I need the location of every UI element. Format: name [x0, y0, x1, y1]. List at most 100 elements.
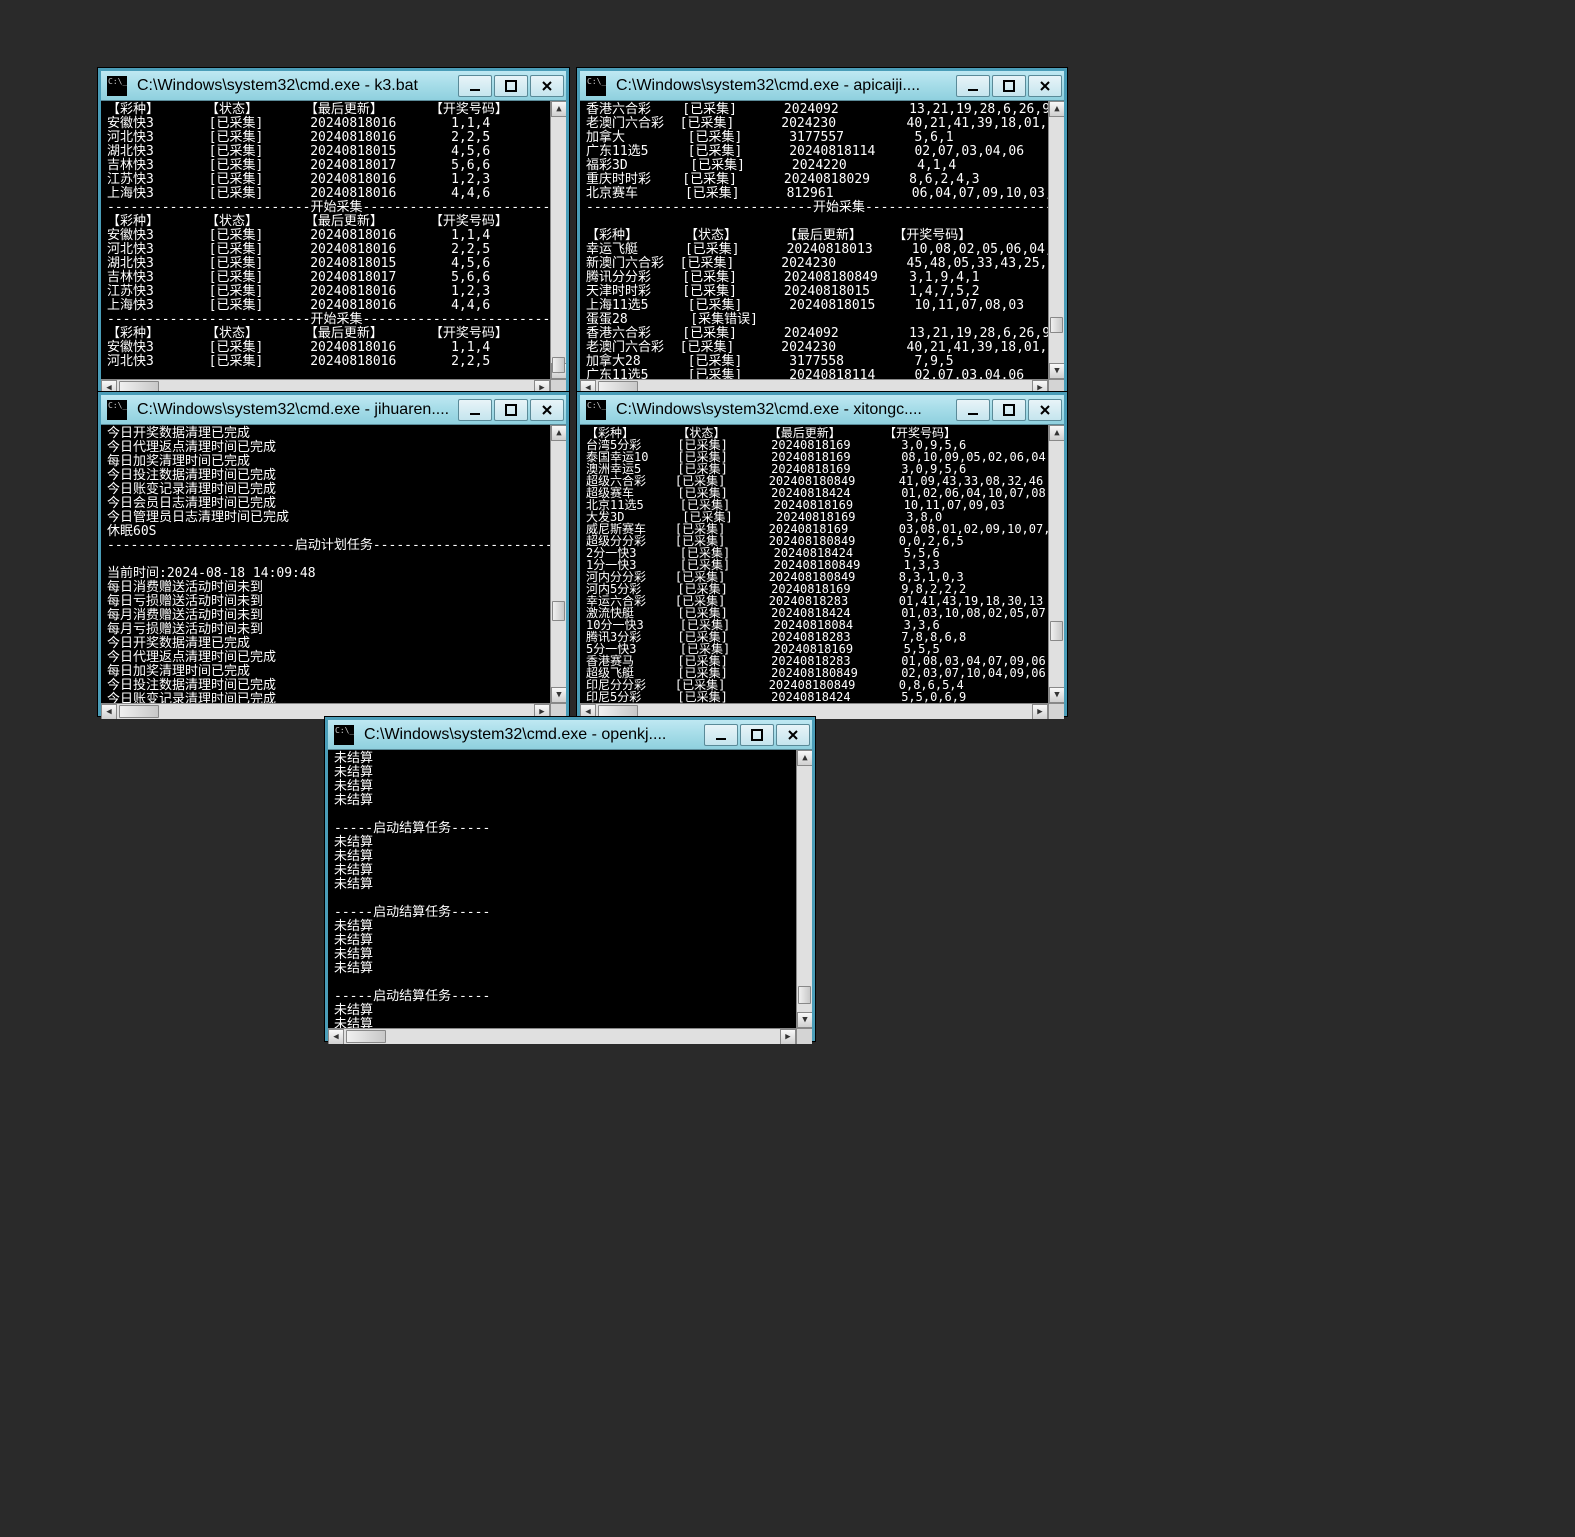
scroll-thumb[interactable]: [552, 357, 565, 373]
window-title: C:\Windows\system32\cmd.exe - xitongc...…: [612, 401, 956, 419]
section-divider: -----启动结算任务-----: [334, 905, 490, 920]
scroll-down-button[interactable]: ▼: [1049, 363, 1064, 379]
cmd-window-jihuaren[interactable]: C:\Windows\system32\cmd.exe - jihuaren..…: [98, 392, 569, 716]
table-row: 北京赛车 [已采集] 812961 06,04,07,09,10,03,01,0…: [586, 186, 1064, 201]
scroll-up-button[interactable]: ▲: [551, 425, 566, 441]
log-line: 今日会员日志清理时间已完成: [107, 496, 276, 511]
scroll-left-button[interactable]: ◀: [328, 1029, 344, 1044]
close-button[interactable]: [530, 399, 564, 421]
terminal-content[interactable]: 【彩种】 【状态】 【最后更新】 【开奖号码】 台湾5分彩 [已采集] 2024…: [580, 425, 1064, 719]
window-buttons: [956, 399, 1064, 421]
scroll-up-button[interactable]: ▲: [797, 750, 812, 766]
cmd-window-xitongc[interactable]: C:\Windows\system32\cmd.exe - xitongc...…: [577, 392, 1067, 716]
section-divider: --------------------------开始采集----------…: [107, 312, 566, 327]
scroll-track[interactable]: [1049, 117, 1064, 363]
scroll-down-button[interactable]: ▼: [551, 687, 566, 703]
timestamp-line: 当前时间:2024-08-18 14:09:48: [107, 566, 316, 581]
cmd-window-apicaiji[interactable]: C:\Windows\system32\cmd.exe - apicaiji..…: [577, 68, 1067, 392]
window-buttons: [458, 75, 566, 97]
table-row: 安徽快3 [已采集] 20240818016 1,1,4: [107, 228, 490, 243]
scroll-track[interactable]: [551, 441, 566, 687]
table-row: 安徽快3 [已采集] 20240818016 1,1,4: [107, 340, 490, 355]
scroll-right-button[interactable]: ▶: [1032, 704, 1048, 719]
table-row: 福彩3D [已采集] 2024220 4,1,4: [586, 158, 956, 173]
maximize-button[interactable]: [992, 399, 1026, 421]
window-title: C:\Windows\system32\cmd.exe - jihuaren..…: [133, 401, 458, 419]
scroll-thumb[interactable]: [1050, 317, 1063, 333]
scroll-thumb[interactable]: [119, 705, 159, 718]
log-line: 未结算: [334, 961, 373, 976]
scroll-thumb[interactable]: [552, 601, 565, 621]
cmd-icon: [334, 725, 354, 745]
close-button[interactable]: [1028, 399, 1062, 421]
scroll-track[interactable]: [551, 117, 566, 363]
scroll-left-button[interactable]: ◀: [101, 704, 117, 719]
scroll-down-button[interactable]: ▼: [1049, 687, 1064, 703]
maximize-button[interactable]: [740, 724, 774, 746]
minimize-button[interactable]: [956, 75, 990, 97]
table-row: 老澳门六合彩 [已采集] 2024230 40,21,41,39,18,01,2…: [586, 116, 1063, 131]
terminal-content[interactable]: 【彩种】 【状态】 【最后更新】 【开奖号码】 安徽快3 [已采集] 20240…: [101, 101, 566, 395]
close-button[interactable]: [1028, 75, 1062, 97]
table-row: 江苏快3 [已采集] 20240818016 1,2,3: [107, 284, 490, 299]
titlebar[interactable]: C:\Windows\system32\cmd.exe - k3.bat: [101, 71, 566, 101]
table-row: 上海快3 [已采集] 20240818016 4,4,6: [107, 298, 490, 313]
scroll-corner: [796, 1028, 812, 1044]
section-divider: -----启动结算任务-----: [334, 821, 490, 836]
maximize-button[interactable]: [494, 399, 528, 421]
scroll-track[interactable]: [344, 1029, 780, 1044]
log-line: 每日加奖清理时间已完成: [107, 454, 250, 469]
scroll-thumb[interactable]: [346, 1030, 386, 1043]
titlebar[interactable]: C:\Windows\system32\cmd.exe - openkj....: [328, 720, 812, 750]
table-row: 吉林快3 [已采集] 20240818017 5,6,6: [107, 158, 490, 173]
scrollbar-vertical[interactable]: ▲ ▼: [1048, 101, 1064, 379]
terminal-content[interactable]: 香港六合彩 [已采集] 2024092 13,21,19,28,6,26,9 老…: [580, 101, 1064, 395]
scroll-up-button[interactable]: ▲: [1049, 425, 1064, 441]
minimize-button[interactable]: [704, 724, 738, 746]
log-line: 未结算: [334, 919, 373, 934]
minimize-button[interactable]: [956, 399, 990, 421]
section-divider: -----启动结算任务-----: [334, 989, 490, 1004]
scroll-up-button[interactable]: ▲: [551, 101, 566, 117]
window-buttons: [956, 75, 1064, 97]
scroll-thumb[interactable]: [798, 986, 811, 1004]
scrollbar-vertical[interactable]: ▲ ▼: [550, 425, 566, 703]
minimize-button[interactable]: [458, 75, 492, 97]
cmd-window-openkj[interactable]: C:\Windows\system32\cmd.exe - openkj....…: [325, 717, 815, 1041]
table-header: 【彩种】 【状态】 【最后更新】 【开奖号码】: [586, 228, 971, 243]
scrollbar-horizontal[interactable]: ◀ ▶: [328, 1028, 796, 1044]
scroll-track[interactable]: [1049, 441, 1064, 687]
scrollbar-vertical[interactable]: ▲ ▼: [796, 750, 812, 1028]
close-button[interactable]: [776, 724, 810, 746]
scrollbar-vertical[interactable]: ▲ ▼: [550, 101, 566, 379]
terminal-content[interactable]: 今日开奖数据清理已完成 今日代理返点清理时间已完成 每日加奖清理时间已完成 今日…: [101, 425, 566, 719]
window-title: C:\Windows\system32\cmd.exe - openkj....: [360, 726, 704, 744]
scroll-right-button[interactable]: ▶: [780, 1029, 796, 1044]
maximize-button[interactable]: [494, 75, 528, 97]
close-button[interactable]: [530, 75, 564, 97]
cmd-window-k3[interactable]: C:\Windows\system32\cmd.exe - k3.bat 【彩种…: [98, 68, 569, 392]
scroll-thumb[interactable]: [1050, 621, 1063, 641]
titlebar[interactable]: C:\Windows\system32\cmd.exe - jihuaren..…: [101, 395, 566, 425]
maximize-button[interactable]: [992, 75, 1026, 97]
minimize-button[interactable]: [458, 399, 492, 421]
log-line: 未结算: [334, 877, 373, 892]
log-line: 今日代理返点清理时间已完成: [107, 650, 276, 665]
scrollbar-vertical[interactable]: ▲ ▼: [1048, 425, 1064, 703]
scroll-up-button[interactable]: ▲: [1049, 101, 1064, 117]
table-row: 加拿大28 [已采集] 3177558 7,9,5: [586, 354, 954, 369]
log-line: 每日加奖清理时间已完成: [107, 664, 250, 679]
scroll-down-button[interactable]: ▼: [797, 1012, 812, 1028]
table-row: 江苏快3 [已采集] 20240818016 1,2,3: [107, 172, 490, 187]
terminal-content[interactable]: 未结算 未结算 未结算 未结算 -----启动结算任务----- 未结算 未结算…: [328, 750, 812, 1044]
log-line: 未结算: [334, 863, 373, 878]
log-line: 未结算: [334, 849, 373, 864]
table-row: 湖北快3 [已采集] 20240818015 4,5,6: [107, 144, 490, 159]
titlebar[interactable]: C:\Windows\system32\cmd.exe - apicaiji..…: [580, 71, 1064, 101]
section-divider: ------------------------启动计划任务----------…: [107, 538, 561, 553]
titlebar[interactable]: C:\Windows\system32\cmd.exe - xitongc...…: [580, 395, 1064, 425]
log-line: 今日账变记录清理时间已完成: [107, 482, 276, 497]
window-buttons: [458, 399, 566, 421]
scroll-track[interactable]: [797, 766, 812, 1012]
log-line: 未结算: [334, 947, 373, 962]
